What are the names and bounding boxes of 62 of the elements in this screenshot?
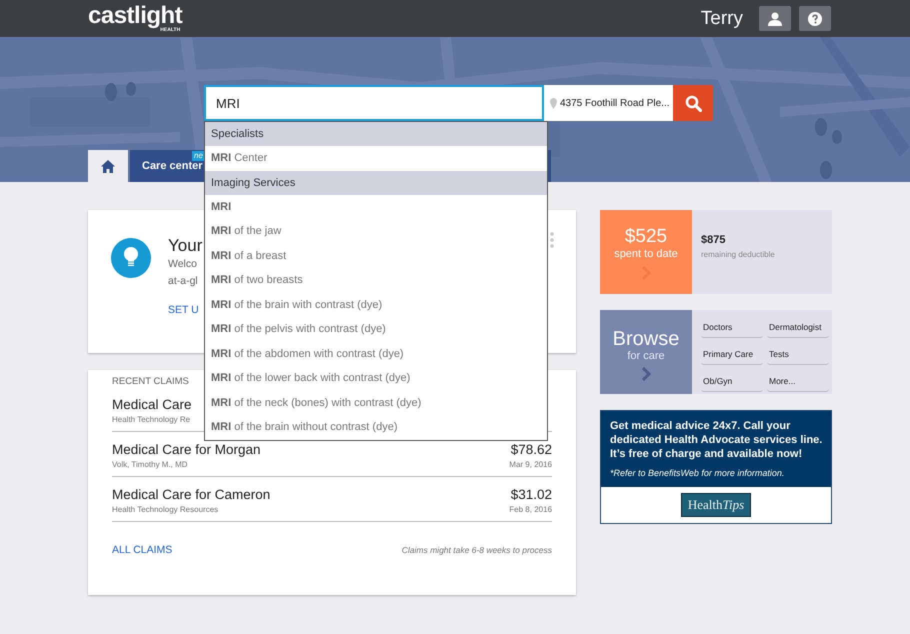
claims-title: RECENT CLAIMS — [112, 376, 189, 387]
help-icon — [808, 12, 822, 26]
welcome-text: Welco — [168, 257, 197, 272]
browse-title: Browse — [612, 328, 680, 350]
new-badge: ne — [192, 151, 205, 161]
advice-banner[interactable]: Get medical advice 24x7. Call your dedicated Health Advocate services line. It’s free of charge and available now! *Refer to BenefitsWeb for more information. HealthTips — [600, 410, 832, 524]
claim-provider: Health Technology Re — [112, 415, 192, 424]
suggestion-item[interactable]: MRI of the pelvis with contrast (dye) — [211, 323, 386, 335]
suggestion-item[interactable]: MRI of two breasts — [211, 274, 303, 286]
chevron-icon — [642, 367, 650, 381]
browse-link[interactable]: Dermatologist — [767, 316, 829, 338]
location-field[interactable]: 4375 Foothill Road Ple... — [544, 85, 673, 121]
spent-amount: $525 — [624, 226, 668, 248]
profile-button[interactable] — [759, 6, 791, 31]
browse-link[interactable]: More... — [767, 370, 829, 392]
pin-icon — [550, 98, 557, 108]
search-field[interactable]: MRI — [204, 85, 544, 121]
suggestion-item[interactable]: MRI — [211, 200, 232, 212]
claim-provider: Health Technology Resources — [112, 505, 220, 514]
suggestion-group-header: Specialists — [211, 128, 264, 140]
claim-amount: $31.02 — [510, 487, 552, 502]
suggestion-item[interactable]: MRI Center — [211, 152, 268, 164]
welcome-text: at-a-gl — [168, 274, 198, 289]
claims-note: Claims might take 6-8 weeks to process — [402, 545, 552, 555]
suggestion-item[interactable]: MRI of a breast — [211, 250, 286, 262]
claim-title[interactable]: Medical Care — [112, 397, 192, 412]
all-claims-link[interactable]: ALL CLAIMS — [112, 544, 172, 556]
browse-link[interactable]: Ob/Gyn — [701, 370, 763, 392]
health-tips-logo: HealthTips — [680, 493, 752, 517]
suggestion-item[interactable]: MRI of the lower back with contrast (dye) — [211, 372, 410, 384]
search-button[interactable] — [673, 85, 713, 121]
remaining-amount: $875 — [701, 234, 726, 246]
advice-text: Get medical advice 24x7. Call your dedicated Health Advocate services line. It’s free of charge and available now! — [610, 419, 823, 461]
search-icon — [684, 94, 702, 112]
claim-title[interactable]: Medical Care for Cameron — [112, 487, 270, 502]
claim-amount: $78.62 — [510, 442, 552, 457]
suggestion-item[interactable]: MRI of the brain with contrast (dye) — [211, 298, 382, 310]
lightbulb-icon — [111, 238, 151, 278]
person-icon — [768, 12, 782, 26]
suggestion-group-header: Imaging Services — [211, 176, 296, 188]
browse-link[interactable]: Primary Care — [701, 343, 763, 365]
claim-date: Mar 9, 2016 — [509, 460, 552, 469]
suggestion-item[interactable]: MRI of the abdomen with contrast (dye) — [211, 348, 404, 360]
browse-subtitle: for care — [627, 350, 665, 362]
setup-link[interactable]: SET U — [168, 304, 199, 316]
welcome-title: Your — [168, 236, 202, 256]
browse-link[interactable]: Tests — [767, 343, 829, 365]
remaining-label: remaining deductible — [701, 250, 775, 259]
home-icon — [101, 160, 115, 172]
claim-date: Feb 8, 2016 — [509, 505, 552, 514]
claim-title[interactable]: Medical Care for Morgan — [112, 442, 261, 457]
claim-provider: Volk, Timothy M., MD — [112, 460, 189, 469]
advice-note: *Refer to BenefitsWeb for more information. — [610, 468, 786, 478]
user-name: Terry — [700, 8, 743, 30]
browse-link[interactable]: Doctors — [701, 316, 763, 338]
suggestion-item[interactable]: MRI of the brain without contrast (dye) — [211, 421, 398, 433]
spent-label: spent to date — [614, 248, 678, 260]
suggestion-item[interactable]: MRI of the neck (bones) with contrast (dye) — [211, 396, 422, 408]
browse-panel[interactable]: Browse for care — [600, 310, 692, 394]
suggestion-item[interactable]: MRI of the jaw — [211, 225, 282, 237]
home-tab[interactable] — [88, 150, 128, 182]
help-button[interactable] — [799, 6, 831, 31]
